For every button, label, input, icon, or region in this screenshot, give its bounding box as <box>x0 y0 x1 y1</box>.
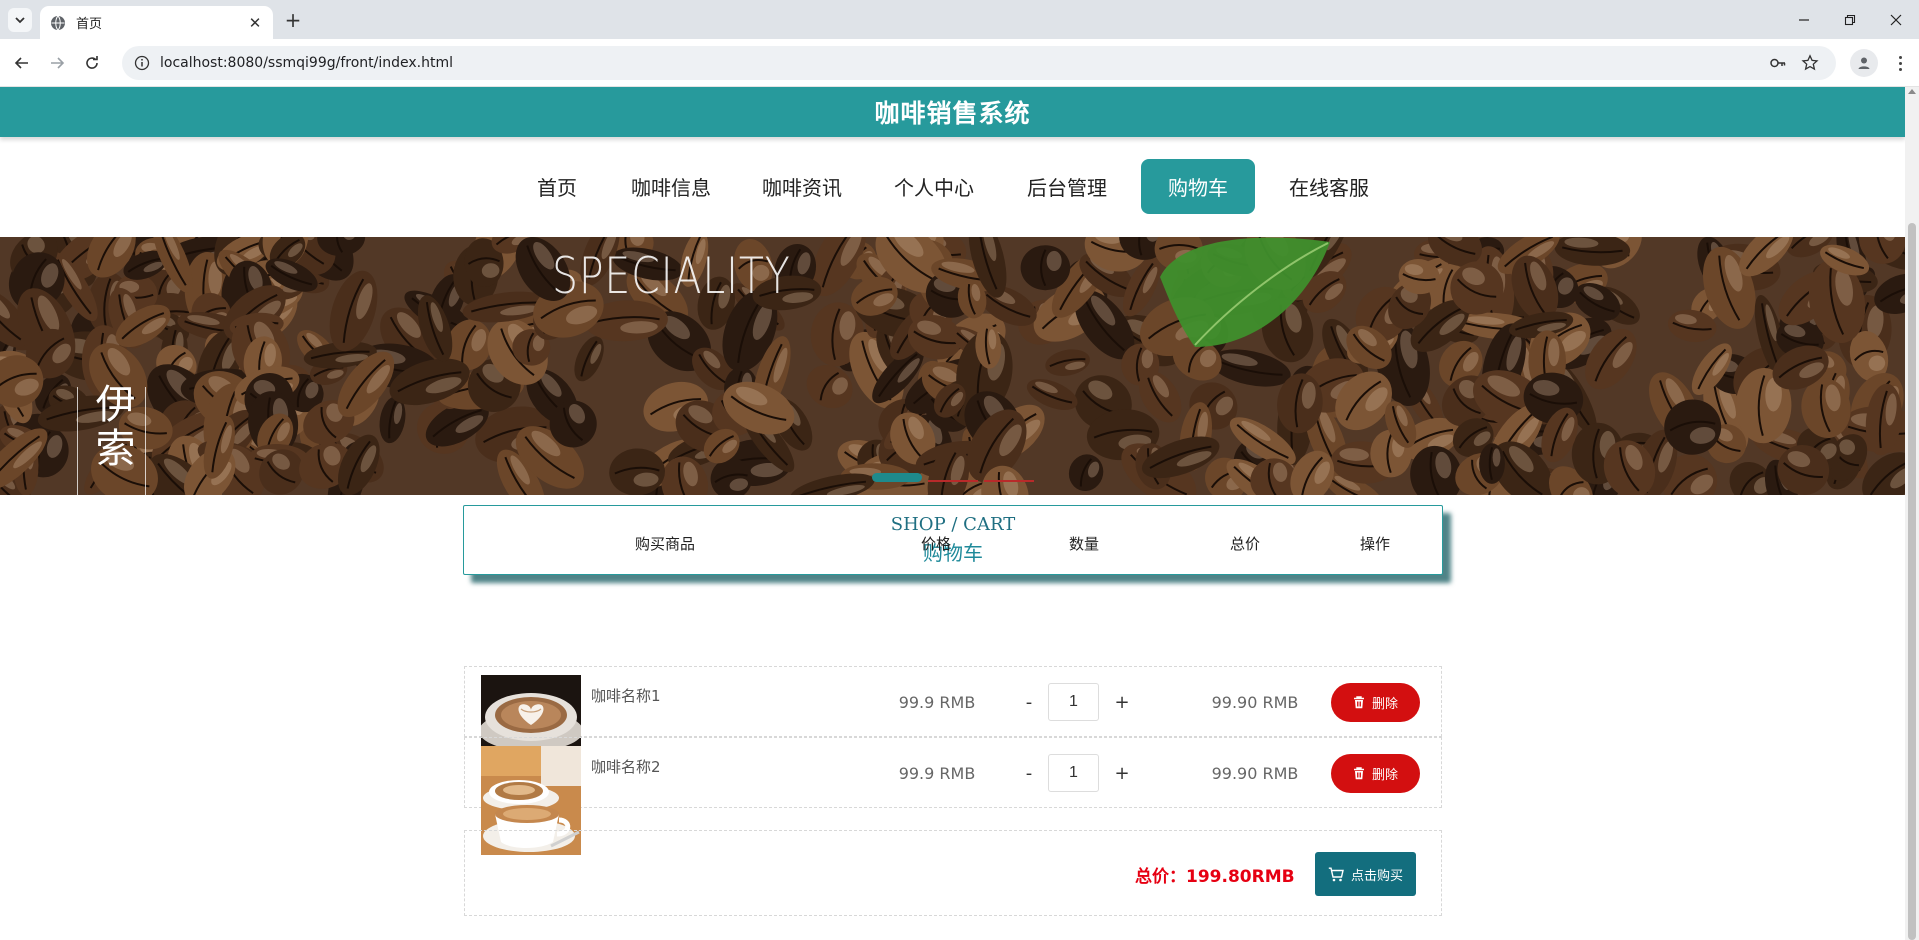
password-key-icon[interactable] <box>1768 53 1788 73</box>
person-icon <box>1858 57 1870 69</box>
cart-title-english: SHOP / CART <box>890 514 1016 535</box>
checkout-button-label: 点击购买 <box>1350 867 1403 883</box>
quantity-increase-button[interactable]: + <box>1112 667 1132 738</box>
scrollbar-thumb[interactable] <box>1908 223 1916 940</box>
profile-avatar[interactable] <box>1850 49 1878 77</box>
carousel-dot-1[interactable] <box>872 473 922 482</box>
column-header-action: 操作 <box>1359 535 1390 553</box>
quantity-decrease-button[interactable]: - <box>1019 667 1039 738</box>
cart-summary: 总价：199.80RMB 点击购买 <box>464 830 1442 916</box>
browser-toolbar: localhost:8080/ssmqi99g/front/index.html <box>0 39 1919 87</box>
quantity-increase-button[interactable]: + <box>1112 738 1132 809</box>
banner-headline: SPECIALITY <box>552 247 791 305</box>
product-name[interactable]: 咖啡名称1 <box>591 685 661 706</box>
address-bar[interactable]: localhost:8080/ssmqi99g/front/index.html <box>122 46 1836 80</box>
nav-item-coffee-info[interactable]: 咖啡信息 <box>620 159 722 214</box>
nav-item-personal-center[interactable]: 个人中心 <box>883 159 985 214</box>
carousel-indicators <box>872 473 1034 482</box>
bookmark-star-icon[interactable] <box>1800 53 1820 73</box>
quantity-input[interactable] <box>1048 683 1099 721</box>
site-title: 咖啡销售系统 <box>874 99 1031 128</box>
quantity-decrease-button[interactable]: - <box>1019 738 1039 809</box>
reload-icon <box>86 56 98 69</box>
item-total: 99.90 RMB <box>1211 693 1299 712</box>
product-price: 99.9 RMB <box>898 693 976 712</box>
column-header-price: 价格 <box>920 535 951 553</box>
arrow-left-icon <box>14 57 28 69</box>
close-tab-icon[interactable]: ✕ <box>247 14 263 32</box>
latte-art-icon[interactable] <box>481 675 581 746</box>
banner-vertical-text: 伊索 <box>88 383 135 471</box>
carousel-dot-2[interactable] <box>928 480 978 482</box>
delete-button[interactable]: 删除 <box>1331 754 1420 793</box>
tab-title: 首页 <box>76 17 103 32</box>
column-header-quantity: 数量 <box>1068 535 1099 553</box>
forward-button[interactable] <box>45 51 69 75</box>
reload-button[interactable] <box>80 51 104 75</box>
coffee-beans-image <box>0 237 1905 495</box>
arrow-right-icon <box>51 57 65 69</box>
restore-icon <box>1844 14 1856 25</box>
product-name[interactable]: 咖啡名称2 <box>591 756 661 777</box>
close-icon <box>1890 14 1902 25</box>
browser-tab-bar: 首页 ✕ + <box>0 0 1919 39</box>
cart-total-price: 总价：199.80RMB <box>1135 866 1295 887</box>
hero-banner[interactable]: SPECIALITY 伊索 <box>0 237 1905 495</box>
back-button[interactable] <box>10 51 34 75</box>
new-tab-button[interactable]: + <box>281 8 305 32</box>
delete-button-label: 删除 <box>1371 767 1398 782</box>
site-header: 咖啡销售系统 <box>0 87 1905 137</box>
product-price: 99.9 RMB <box>898 764 976 783</box>
minimize-button[interactable] <box>1781 0 1827 39</box>
scroll-up-arrow-icon[interactable] <box>1908 89 1916 94</box>
delete-button[interactable]: 删除 <box>1331 683 1420 722</box>
main-nav: 首页 咖啡信息 咖啡资讯 个人中心 后台管理 购物车 在线客服 <box>0 159 1905 215</box>
restore-button[interactable] <box>1827 0 1873 39</box>
carousel-dot-3[interactable] <box>984 480 1034 482</box>
url-text[interactable]: localhost:8080/ssmqi99g/front/index.html <box>160 55 453 71</box>
banner-vertical-text-box: 伊索 <box>77 383 146 495</box>
nav-item-coffee-news[interactable]: 咖啡资讯 <box>751 159 853 214</box>
nav-item-online-service[interactable]: 在线客服 <box>1278 159 1380 214</box>
browser-tab[interactable]: 首页 ✕ <box>40 6 273 39</box>
delete-button-label: 删除 <box>1371 696 1398 711</box>
browser-menu-icon[interactable] <box>1892 51 1908 75</box>
trash-icon <box>1353 696 1364 709</box>
close-window-button[interactable] <box>1873 0 1919 39</box>
trash-icon <box>1353 767 1364 780</box>
globe-icon <box>51 15 65 30</box>
cart-row: 咖啡名称2 99.9 RMB - + 99.90 RMB 删除 <box>464 737 1442 855</box>
nav-item-home[interactable]: 首页 <box>528 159 586 214</box>
nav-item-admin[interactable]: 后台管理 <box>1016 159 1118 214</box>
nav-item-cart[interactable]: 购物车 <box>1141 159 1255 214</box>
chevron-down-icon <box>15 17 25 24</box>
page-scrollbar[interactable] <box>1905 87 1919 940</box>
shopping-cart-icon <box>1328 867 1344 881</box>
minimize-icon <box>1799 18 1809 21</box>
cart-row: 咖啡名称1 99.9 RMB - + 99.90 RMB 删除 <box>464 666 1442 746</box>
quantity-input[interactable] <box>1048 754 1099 792</box>
column-header-total: 总价 <box>1229 535 1260 553</box>
tab-search-button[interactable] <box>8 8 32 32</box>
column-header-product: 购买商品 <box>634 535 695 553</box>
item-total: 99.90 RMB <box>1211 764 1299 783</box>
page-viewport: 咖啡销售系统 首页 咖啡信息 咖啡资讯 个人中心 后台管理 购物车 在线客服 S… <box>0 87 1905 940</box>
site-info-icon[interactable] <box>134 55 150 71</box>
checkout-button[interactable]: 点击购买 <box>1315 852 1416 896</box>
